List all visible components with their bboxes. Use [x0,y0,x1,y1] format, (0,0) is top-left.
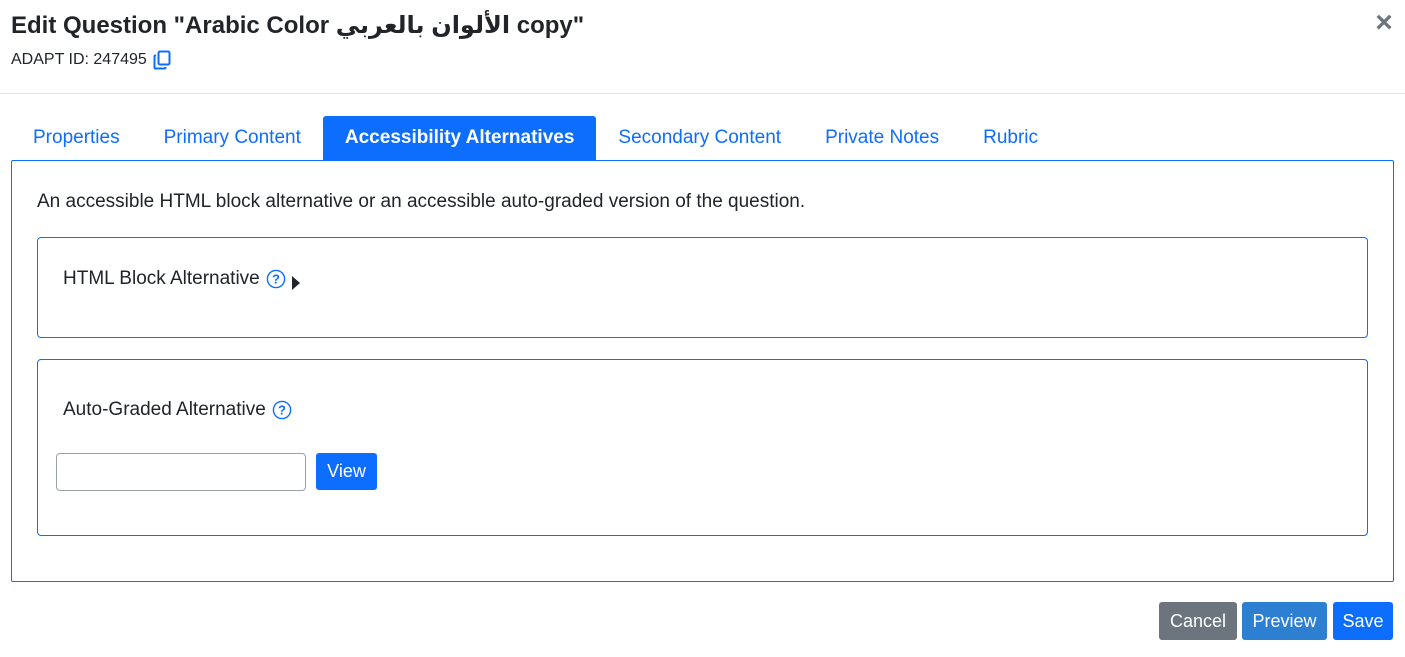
tab-rubric[interactable]: Rubric [961,116,1060,160]
html-block-alternative-card: HTML Block Alternative ? [37,237,1368,338]
caret-right-icon[interactable] [291,272,301,290]
tab-accessibility-alternatives[interactable]: Accessibility Alternatives [322,116,597,160]
modal-title: Edit Question "Arabic Color الألوان بالع… [11,12,585,39]
tab-secondary-content[interactable]: Secondary Content [596,116,803,160]
question-circle-icon[interactable]: ? [266,269,286,289]
accessibility-alternatives-panel: An accessible HTML block alternative or … [11,160,1394,582]
cancel-button[interactable]: Cancel [1159,602,1237,640]
panel-intro: An accessible HTML block alternative or … [37,191,806,212]
html-block-alternative-header: HTML Block Alternative ? [63,266,301,292]
close-button[interactable]: × [1371,6,1397,39]
html-block-alternative-label: HTML Block Alternative [63,268,260,289]
copy-icon[interactable] [153,50,171,70]
auto-graded-alternative-card: Auto-Graded Alternative ? View [37,359,1368,536]
tab-bar: Properties Primary Content Accessibility… [11,116,1060,160]
tab-properties[interactable]: Properties [11,116,142,160]
svg-text:?: ? [278,403,286,418]
tab-private-notes[interactable]: Private Notes [803,116,961,160]
save-button[interactable]: Save [1333,602,1393,640]
view-button[interactable]: View [316,453,377,490]
auto-graded-alternative-header: Auto-Graded Alternative ? [63,397,292,423]
adapt-id-row: ADAPT ID: 247495 [11,48,171,72]
modal-header: Edit Question "Arabic Color الألوان بالع… [0,0,1405,94]
auto-graded-alternative-label: Auto-Graded Alternative [63,399,266,420]
preview-button[interactable]: Preview [1242,602,1327,640]
close-icon: × [1375,6,1393,39]
svg-text:?: ? [272,272,280,287]
adapt-id-text: ADAPT ID: 247495 [11,51,147,68]
question-circle-icon[interactable]: ? [272,400,292,420]
auto-graded-question-id-input[interactable] [56,453,306,491]
tab-primary-content[interactable]: Primary Content [142,116,323,160]
